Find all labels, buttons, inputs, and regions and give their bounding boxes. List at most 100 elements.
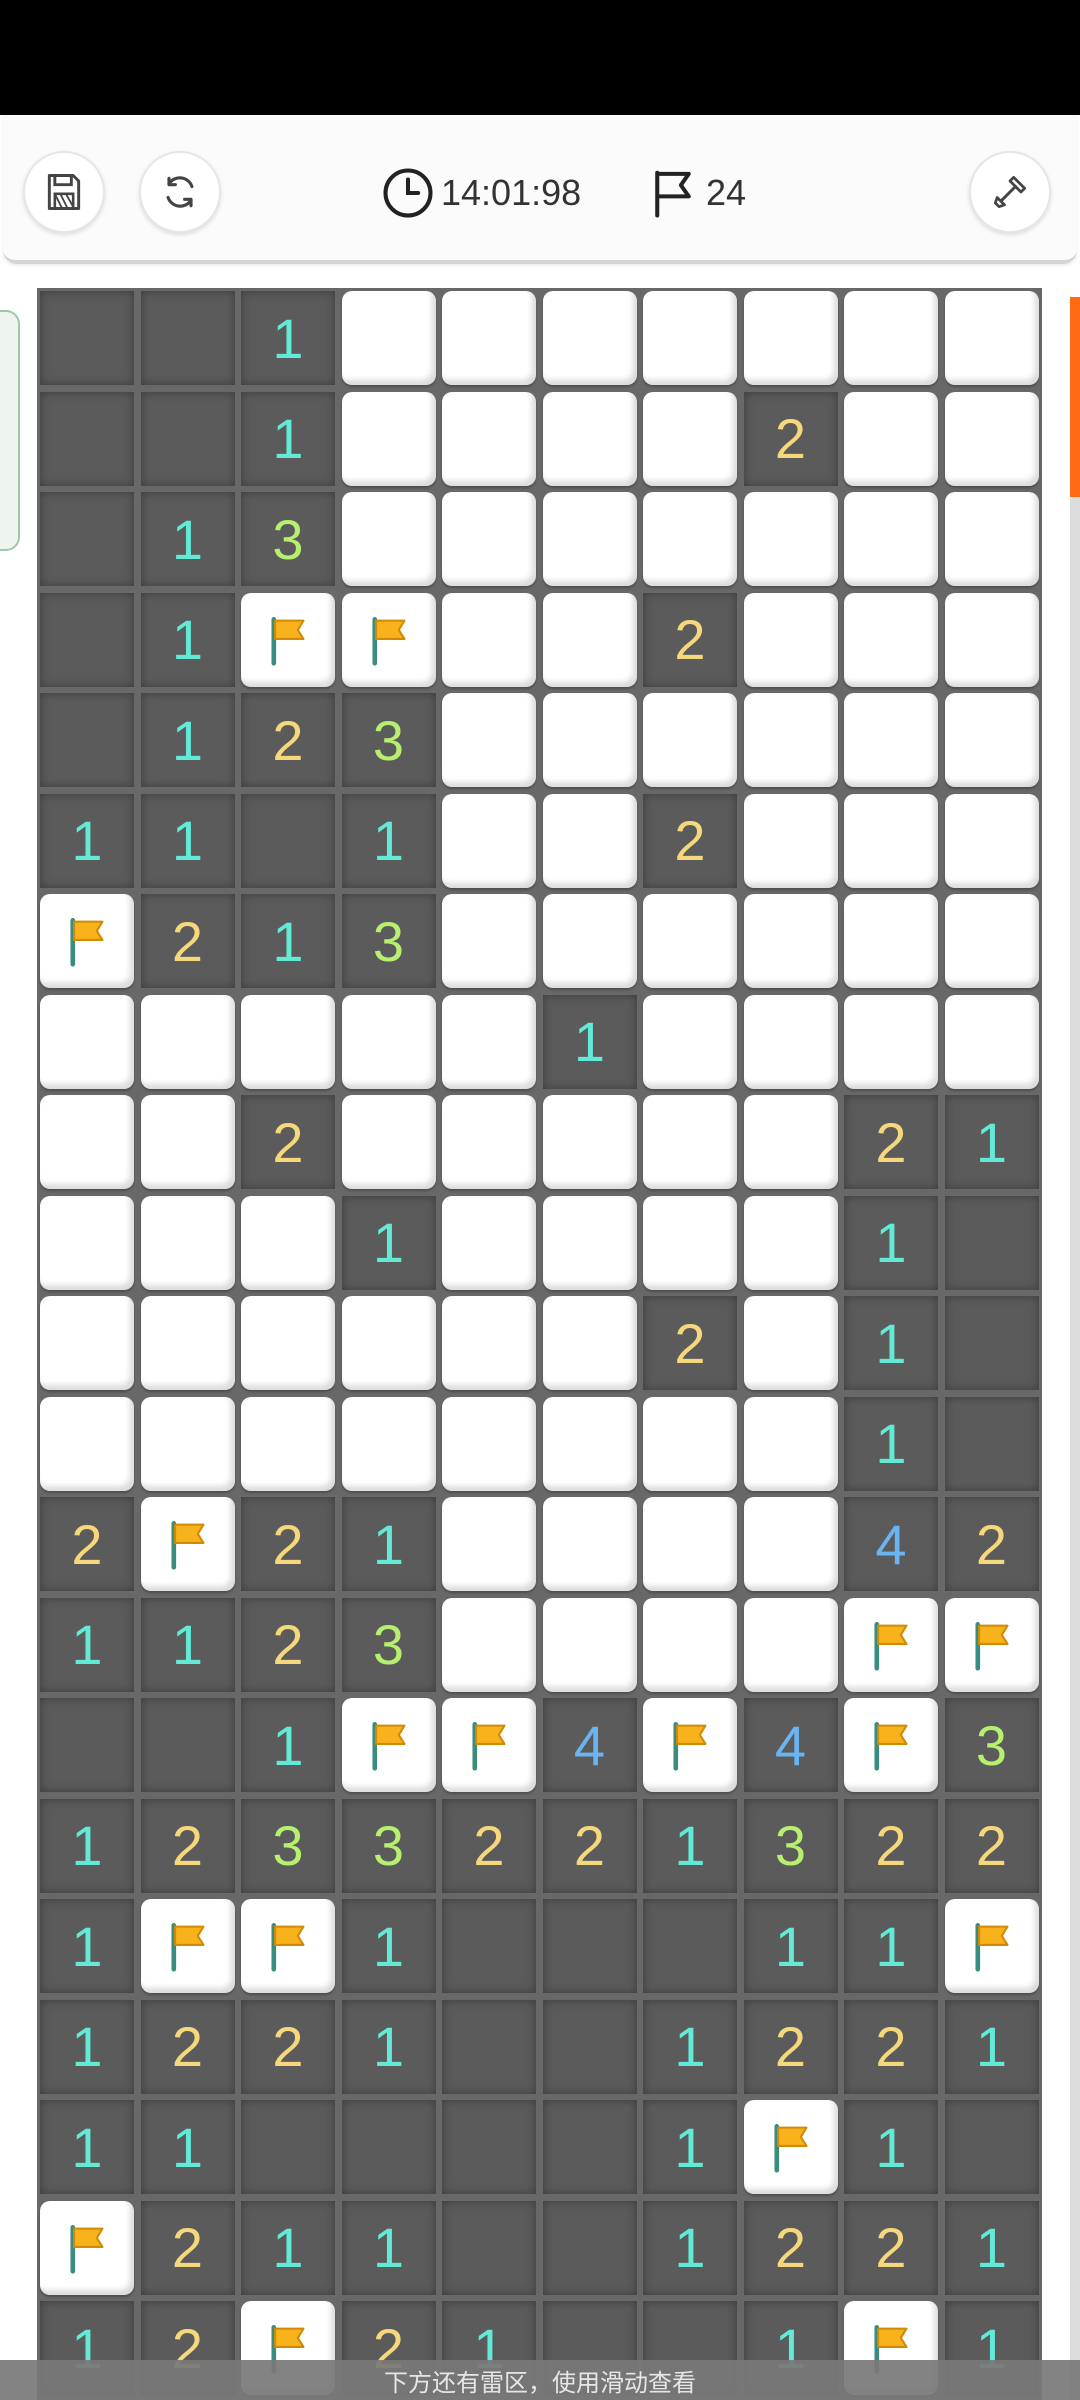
number-cell[interactable]: 3 xyxy=(341,1798,436,1893)
hidden-cell[interactable] xyxy=(944,592,1039,687)
hidden-cell[interactable] xyxy=(643,391,737,486)
hidden-cell[interactable] xyxy=(743,1095,838,1189)
number-cell[interactable]: 2 xyxy=(643,592,737,687)
number-cell[interactable]: 1 xyxy=(341,1497,436,1591)
hidden-cell[interactable] xyxy=(442,291,536,385)
flagged-cell[interactable] xyxy=(442,1698,536,1792)
hidden-cell[interactable] xyxy=(40,1396,134,1491)
number-cell[interactable]: 2 xyxy=(643,1296,737,1390)
number-cell[interactable]: 2 xyxy=(140,1798,235,1893)
number-cell[interactable]: 3 xyxy=(944,1698,1039,1792)
number-cell[interactable]: 1 xyxy=(140,1597,235,1692)
number-cell[interactable]: 2 xyxy=(40,1497,134,1591)
number-cell[interactable]: 3 xyxy=(341,693,436,787)
hidden-cell[interactable] xyxy=(542,1497,637,1591)
hidden-cell[interactable] xyxy=(643,894,737,988)
hidden-cell[interactable] xyxy=(241,1396,335,1491)
hidden-cell[interactable] xyxy=(643,1497,737,1591)
hidden-cell[interactable] xyxy=(643,693,737,787)
hidden-cell[interactable] xyxy=(743,291,838,385)
number-cell[interactable]: 2 xyxy=(643,793,737,888)
number-cell[interactable]: 1 xyxy=(844,1195,938,1290)
flagged-cell[interactable] xyxy=(944,1899,1039,1993)
number-cell[interactable]: 1 xyxy=(341,1195,436,1290)
hidden-cell[interactable] xyxy=(643,1195,737,1290)
number-cell[interactable]: 3 xyxy=(743,1798,838,1893)
number-cell[interactable]: 1 xyxy=(341,2200,436,2295)
restart-button[interactable] xyxy=(139,151,221,233)
flagged-cell[interactable] xyxy=(241,1899,335,1993)
hidden-cell[interactable] xyxy=(341,1296,436,1390)
hidden-cell[interactable] xyxy=(743,994,838,1089)
hidden-cell[interactable] xyxy=(944,693,1039,787)
flagged-cell[interactable] xyxy=(40,894,134,988)
hidden-cell[interactable] xyxy=(140,1296,235,1390)
scrollbar[interactable] xyxy=(1070,297,1080,2400)
hidden-cell[interactable] xyxy=(542,291,637,385)
number-cell[interactable]: 1 xyxy=(40,2100,134,2194)
number-cell[interactable]: 1 xyxy=(643,1798,737,1893)
hidden-cell[interactable] xyxy=(643,1597,737,1692)
scrollbar-thumb[interactable] xyxy=(1070,297,1080,497)
number-cell[interactable]: 2 xyxy=(241,1597,335,1692)
hidden-cell[interactable] xyxy=(40,1296,134,1390)
hidden-cell[interactable] xyxy=(40,1195,134,1290)
number-cell[interactable]: 2 xyxy=(442,1798,536,1893)
hidden-cell[interactable] xyxy=(542,1195,637,1290)
number-cell[interactable]: 1 xyxy=(844,1396,938,1491)
side-drawer-handle[interactable] xyxy=(0,310,20,551)
hidden-cell[interactable] xyxy=(844,894,938,988)
number-cell[interactable]: 1 xyxy=(40,1597,134,1692)
number-cell[interactable]: 1 xyxy=(140,693,235,787)
hidden-cell[interactable] xyxy=(743,1497,838,1591)
hidden-cell[interactable] xyxy=(542,592,637,687)
number-cell[interactable]: 2 xyxy=(241,1497,335,1591)
flagged-cell[interactable] xyxy=(140,1497,235,1591)
number-cell[interactable]: 2 xyxy=(241,1095,335,1189)
hidden-cell[interactable] xyxy=(442,391,536,486)
number-cell[interactable]: 2 xyxy=(140,2200,235,2295)
hidden-cell[interactable] xyxy=(844,592,938,687)
number-cell[interactable]: 1 xyxy=(743,1899,838,1993)
hidden-cell[interactable] xyxy=(944,492,1039,586)
hidden-cell[interactable] xyxy=(743,793,838,888)
hidden-cell[interactable] xyxy=(442,994,536,1089)
hidden-cell[interactable] xyxy=(542,693,637,787)
number-cell[interactable]: 1 xyxy=(140,2100,235,2194)
hidden-cell[interactable] xyxy=(743,592,838,687)
number-cell[interactable]: 2 xyxy=(241,1999,335,2094)
flagged-cell[interactable] xyxy=(241,592,335,687)
number-cell[interactable]: 2 xyxy=(844,2200,938,2295)
hidden-cell[interactable] xyxy=(442,693,536,787)
number-cell[interactable]: 2 xyxy=(844,1798,938,1893)
number-cell[interactable]: 2 xyxy=(844,1095,938,1189)
hidden-cell[interactable] xyxy=(542,492,637,586)
number-cell[interactable]: 2 xyxy=(944,1497,1039,1591)
hidden-cell[interactable] xyxy=(844,994,938,1089)
number-cell[interactable]: 2 xyxy=(944,1798,1039,1893)
hidden-cell[interactable] xyxy=(341,1095,436,1189)
number-cell[interactable]: 2 xyxy=(542,1798,637,1893)
hidden-cell[interactable] xyxy=(844,693,938,787)
hidden-cell[interactable] xyxy=(743,1396,838,1491)
hidden-cell[interactable] xyxy=(442,793,536,888)
dig-mode-button[interactable] xyxy=(969,151,1051,233)
number-cell[interactable]: 1 xyxy=(241,2200,335,2295)
number-cell[interactable]: 1 xyxy=(40,793,134,888)
flagged-cell[interactable] xyxy=(743,2100,838,2194)
flagged-cell[interactable] xyxy=(944,1597,1039,1692)
hidden-cell[interactable] xyxy=(944,391,1039,486)
number-cell[interactable]: 1 xyxy=(140,492,235,586)
number-cell[interactable]: 2 xyxy=(743,391,838,486)
hidden-cell[interactable] xyxy=(542,894,637,988)
hidden-cell[interactable] xyxy=(743,1296,838,1390)
flagged-cell[interactable] xyxy=(40,2200,134,2295)
number-cell[interactable]: 3 xyxy=(341,894,436,988)
hidden-cell[interactable] xyxy=(241,1296,335,1390)
hidden-cell[interactable] xyxy=(140,994,235,1089)
hidden-cell[interactable] xyxy=(944,994,1039,1089)
hidden-cell[interactable] xyxy=(643,291,737,385)
hidden-cell[interactable] xyxy=(542,793,637,888)
hidden-cell[interactable] xyxy=(542,391,637,486)
number-cell[interactable]: 1 xyxy=(944,2200,1039,2295)
